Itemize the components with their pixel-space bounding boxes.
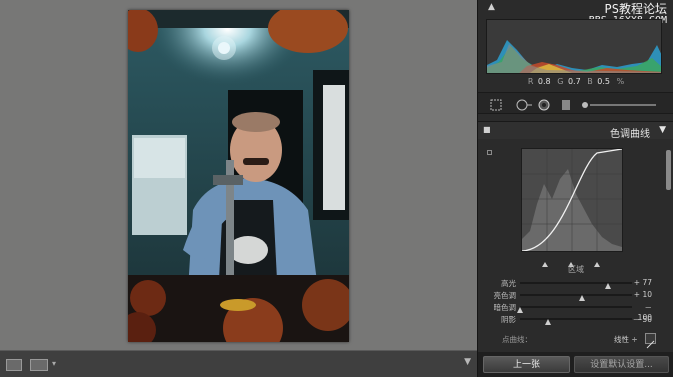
slider-lights[interactable]: 亮色调 + 10	[478, 290, 673, 301]
photo-preview[interactable]	[128, 10, 349, 342]
point-curve-label: 点曲线：	[502, 335, 532, 344]
right-panel: ▲ PS教程论坛 BBS.16XX8.COM R 0.8 G 0.7 B 0.5…	[477, 0, 673, 377]
panel-button-bar: 上一张 设置默认设置...	[478, 352, 673, 377]
loupe-view-icon[interactable]	[6, 359, 22, 371]
tone-curve-collapse-icon[interactable]: ▼	[659, 125, 666, 135]
r-value: 0.8	[537, 77, 551, 86]
slider-track[interactable]	[517, 306, 632, 313]
slider-thumb[interactable]	[605, 283, 612, 289]
slider-shadows[interactable]: 阴影 － 50	[478, 314, 673, 325]
slider-value[interactable]: + 77	[630, 278, 652, 287]
before-after-icon[interactable]	[30, 359, 48, 371]
point-curve-select[interactable]: 线性 ÷	[614, 334, 638, 345]
before-after-chevron-icon[interactable]: ▾	[52, 359, 56, 368]
collapse-arrow-icon[interactable]: ▲	[488, 2, 495, 12]
r-label: R	[527, 77, 534, 86]
percent-unit: %	[616, 77, 625, 86]
tone-curve-header[interactable]: ■ 色调曲线 ▼	[478, 121, 673, 140]
slider-label: 暗色调	[493, 303, 517, 312]
slider-thumb[interactable]	[517, 307, 523, 313]
slider-value[interactable]: + 10	[630, 290, 652, 299]
b-value: 0.5	[597, 77, 611, 86]
b-label: B	[587, 77, 593, 86]
target-adjust-icon[interactable]	[487, 150, 492, 155]
slider-track[interactable]	[520, 294, 632, 301]
g-value: 0.7	[567, 77, 581, 86]
edit-point-curve-icon[interactable]	[645, 333, 656, 349]
image-canvas[interactable]	[0, 0, 477, 350]
slider-label: 高光	[501, 279, 516, 288]
panel-handle-icon: ■	[483, 125, 491, 134]
slider-darks[interactable]: 暗色调 － 100	[478, 302, 673, 322]
watermark-line1: PS教程论坛	[604, 2, 667, 16]
reset-button[interactable]: 设置默认设置...	[574, 356, 669, 373]
panel-scrollbar[interactable]	[666, 150, 671, 190]
previous-button[interactable]: 上一张	[483, 356, 570, 373]
point-curve-row: 点曲线： 线性 ÷	[478, 333, 673, 349]
tone-curve-graph[interactable]	[521, 148, 623, 252]
crop-icon[interactable]	[490, 99, 502, 111]
lightroom-develop-window: ▾ ▼ ▲ PS教程论坛 BBS.16XX8.COM R 0.8 G 0.7 B	[0, 0, 673, 377]
rgb-readout: R 0.8 G 0.7 B 0.5 %	[478, 77, 673, 89]
region-label: 区域	[568, 265, 584, 274]
slider-label: 亮色调	[493, 291, 517, 300]
slider-track[interactable]	[520, 318, 632, 325]
slider-label: 阴影	[501, 315, 516, 324]
slider-track[interactable]	[520, 282, 632, 289]
bottom-toolbar: ▾ ▼	[0, 350, 477, 377]
graduated-filter-icon[interactable]	[560, 99, 572, 111]
slider-thumb[interactable]	[578, 295, 585, 301]
split-point-handles[interactable]	[521, 253, 623, 267]
histogram[interactable]	[486, 19, 662, 74]
slider-value[interactable]: － 50	[630, 314, 652, 325]
tone-curve-title: 色调曲线	[610, 129, 650, 140]
slider-highlights[interactable]: 高光 + 77	[478, 278, 673, 289]
slider-thumb[interactable]	[545, 319, 551, 325]
spot-removal-icon[interactable]	[514, 99, 532, 111]
toolbar-menu-chevron-icon[interactable]: ▼	[464, 357, 471, 367]
tool-strip	[478, 92, 673, 114]
adjustment-brush-icon[interactable]	[580, 99, 660, 111]
red-eye-icon[interactable]	[538, 99, 550, 111]
g-label: G	[557, 77, 564, 86]
